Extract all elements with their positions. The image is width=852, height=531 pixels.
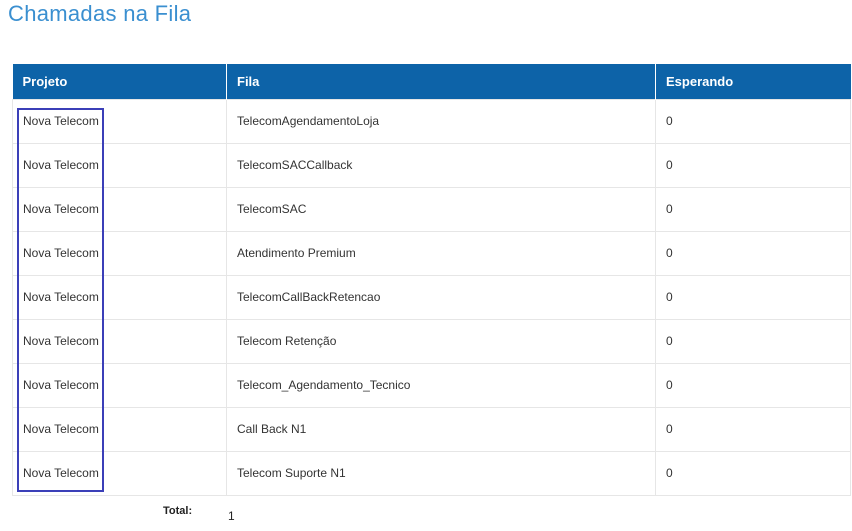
column-header-projeto[interactable]: Projeto [12, 64, 227, 99]
cell-fila: Telecom Retenção [226, 318, 656, 364]
table-row: Nova Telecom Call Back N1 0 [12, 406, 851, 452]
cell-esperando: 0 [655, 98, 851, 144]
cell-fila: TelecomSAC [226, 186, 656, 232]
table-row: Nova Telecom TelecomAgendamentoLoja 0 [12, 98, 851, 144]
page: Chamadas na Fila Projeto Fila Esperando … [0, 0, 852, 531]
cell-esperando: 0 [655, 230, 851, 276]
cell-fila: Atendimento Premium [226, 230, 656, 276]
cell-projeto: Nova Telecom [12, 142, 227, 188]
cell-fila: Telecom_Agendamento_Tecnico [226, 362, 656, 408]
table-row: Nova Telecom TelecomCallBackRetencao 0 [12, 274, 851, 320]
cell-projeto: Nova Telecom [12, 406, 227, 452]
total-value: 1 [228, 509, 235, 523]
cell-fila: TelecomCallBackRetencao [226, 274, 656, 320]
column-header-fila[interactable]: Fila [226, 64, 656, 99]
table-row: Nova Telecom Atendimento Premium 0 [12, 230, 851, 276]
cell-esperando: 0 [655, 142, 851, 188]
table-row: Nova Telecom TelecomSAC 0 [12, 186, 851, 232]
table-row: Nova Telecom Telecom_Agendamento_Tecnico… [12, 362, 851, 408]
table-row: Nova Telecom TelecomSACCallback 0 [12, 142, 851, 188]
cell-esperando: 0 [655, 186, 851, 232]
cell-projeto: Nova Telecom [12, 450, 227, 496]
cell-esperando: 0 [655, 450, 851, 496]
page-title: Chamadas na Fila [8, 1, 192, 26]
cell-esperando: 0 [655, 318, 851, 364]
table-row: Nova Telecom Telecom Retenção 0 [12, 318, 851, 364]
cell-esperando: 0 [655, 406, 851, 452]
cell-fila: TelecomAgendamentoLoja [226, 98, 656, 144]
total-label: Total: [163, 505, 193, 517]
table-row: Nova Telecom Telecom Suporte N1 0 [12, 450, 851, 496]
cell-projeto: Nova Telecom [12, 274, 227, 320]
cell-fila: TelecomSACCallback [226, 142, 656, 188]
cell-projeto: Nova Telecom [12, 230, 227, 276]
cell-esperando: 0 [655, 362, 851, 408]
cell-projeto: Nova Telecom [12, 318, 227, 364]
table-header-row: Projeto Fila Esperando [12, 64, 851, 99]
cell-fila: Telecom Suporte N1 [226, 450, 656, 496]
cell-projeto: Nova Telecom [12, 186, 227, 232]
queue-table: Projeto Fila Esperando Nova Telecom Tele… [12, 64, 851, 496]
cell-projeto: Nova Telecom [12, 98, 227, 144]
cell-fila: Call Back N1 [226, 406, 656, 452]
cell-esperando: 0 [655, 274, 851, 320]
cell-projeto: Nova Telecom [12, 362, 227, 408]
column-header-esperando[interactable]: Esperando [655, 64, 851, 99]
